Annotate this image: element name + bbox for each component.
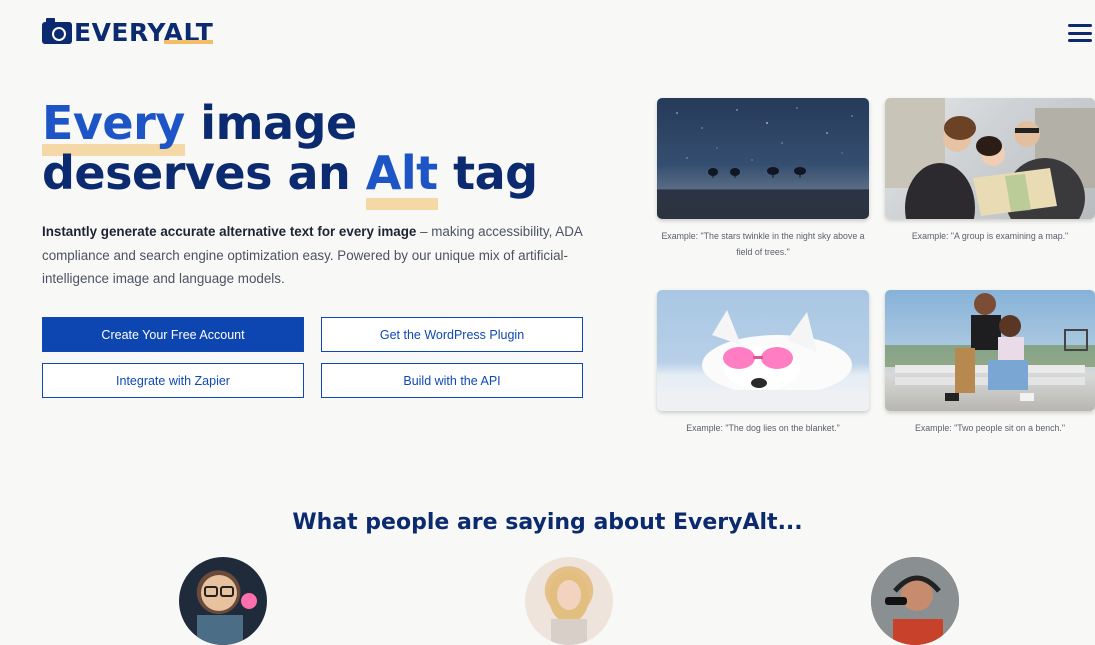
avatar [525,557,613,645]
hero-intro: Instantly generate accurate alternative … [42,224,583,286]
headline-highlight-every: Every [42,96,185,150]
brand-logo[interactable]: EVERYALT [42,18,214,47]
testimonials-title: What people are saying about EveryAlt... [292,510,803,535]
example-image-dog-blanket [657,290,869,411]
brand-name-suffix: ALT [163,18,214,47]
example-caption: Example: "The dog lies on the blanket." [686,423,840,433]
brand-name-prefix: EVERY [74,18,164,47]
camera-icon [42,18,72,44]
example-caption: Example: "A group is examining a map." [911,231,1069,241]
example-caption: Example: "Two people sit on a bench." [914,423,1065,433]
create-account-button[interactable]: Create Your Free Account [42,317,304,352]
example-caption: Example: "The stars twinkle in the night… [661,231,865,257]
hamburger-menu-icon[interactable] [1068,24,1092,42]
wordpress-plugin-button[interactable]: Get the WordPress Plugin [321,317,583,352]
example-image-bench [885,290,1095,411]
avatar [871,557,959,645]
headline-highlight-alt: Alt [365,146,438,200]
api-button[interactable]: Build with the API [321,363,583,398]
example-image-group-map [885,98,1095,219]
zapier-button[interactable]: Integrate with Zapier [42,363,304,398]
example-image-night-sky [657,98,869,219]
hero-headline: Every image deserves an Alt tag [42,96,538,200]
avatar [179,557,267,645]
